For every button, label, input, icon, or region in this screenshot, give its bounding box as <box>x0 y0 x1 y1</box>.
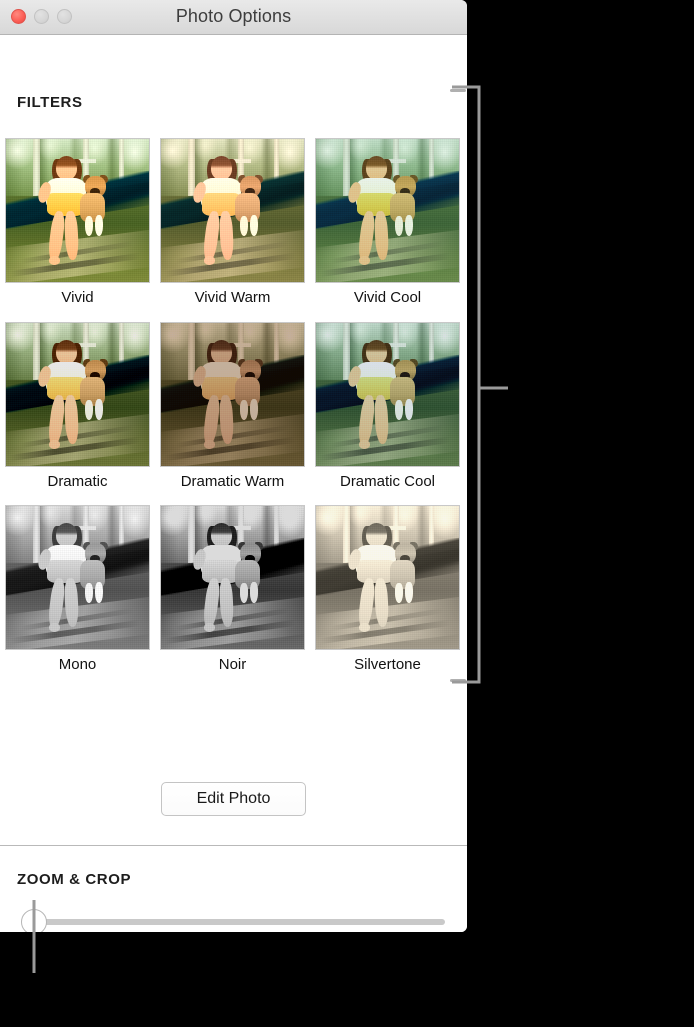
filter-option-dramatic-warm[interactable]: Dramatic Warm <box>160 322 305 493</box>
filter-tint-overlay <box>316 139 459 282</box>
filter-thumbnail[interactable] <box>5 505 150 650</box>
filter-label: Vivid Warm <box>194 289 271 306</box>
filter-thumbnail[interactable] <box>160 322 305 467</box>
filter-option-vivid[interactable]: Vivid <box>5 138 150 309</box>
filter-thumbnail[interactable] <box>5 322 150 467</box>
filter-label: Vivid <box>61 289 94 306</box>
filter-label: Dramatic Warm <box>180 473 285 490</box>
zoom-crop-slider[interactable] <box>21 909 445 932</box>
filter-tint-overlay <box>316 506 459 649</box>
filter-tint-overlay <box>6 506 149 649</box>
filter-tint-overlay <box>316 323 459 466</box>
filter-option-dramatic-cool[interactable]: Dramatic Cool <box>315 322 460 493</box>
filter-option-silvertone[interactable]: Silvertone <box>315 505 460 676</box>
filter-option-mono[interactable]: Mono <box>5 505 150 676</box>
filters-row: Vivid Vivid Warm Vivid Cool <box>5 138 467 309</box>
filter-tint-overlay <box>161 323 304 466</box>
filter-label: Dramatic <box>47 473 108 490</box>
scrollbar-top-mark[interactable] <box>450 89 466 92</box>
edit-photo-button[interactable]: Edit Photo <box>161 782 306 816</box>
filter-thumbnail[interactable] <box>160 138 305 283</box>
section-divider <box>0 845 467 846</box>
filter-option-vivid-cool[interactable]: Vivid Cool <box>315 138 460 309</box>
window-content: FILTERS Vivid Vivid Warm Vivid Cool Dram… <box>0 35 467 932</box>
filter-thumbnail[interactable] <box>315 322 460 467</box>
filter-label: Dramatic Cool <box>339 473 436 490</box>
filter-tint-overlay <box>6 323 149 466</box>
filter-tint-overlay <box>161 506 304 649</box>
filter-label: Silvertone <box>354 656 421 673</box>
photo-options-window: Photo Options FILTERS Vivid Vivid Warm V… <box>0 0 467 932</box>
slider-knob[interactable] <box>21 909 47 932</box>
filters-section-heading: FILTERS <box>17 94 83 111</box>
filter-tint-overlay <box>6 139 149 282</box>
filters-grid: Vivid Vivid Warm Vivid Cool Dramatic Dra… <box>5 138 467 676</box>
scrollbar-bottom-mark[interactable] <box>450 679 466 682</box>
slider-track[interactable] <box>35 919 445 925</box>
window-titlebar[interactable]: Photo Options <box>0 0 467 35</box>
filters-row: Dramatic Dramatic Warm Dramatic Cool <box>5 322 467 493</box>
filter-thumbnail[interactable] <box>315 505 460 650</box>
zoom-crop-section-heading: ZOOM & CROP <box>17 871 132 888</box>
filter-thumbnail[interactable] <box>160 505 305 650</box>
filter-tint-overlay <box>161 139 304 282</box>
filter-option-noir[interactable]: Noir <box>160 505 305 676</box>
filter-label: Vivid Cool <box>353 289 422 306</box>
filter-thumbnail[interactable] <box>5 138 150 283</box>
filters-row: Mono Noir Silvertone <box>5 505 467 676</box>
filter-option-vivid-warm[interactable]: Vivid Warm <box>160 138 305 309</box>
filter-option-dramatic[interactable]: Dramatic <box>5 322 150 493</box>
filter-label: Mono <box>58 656 97 673</box>
window-title: Photo Options <box>175 6 292 26</box>
filter-label: Noir <box>218 656 247 673</box>
filter-thumbnail[interactable] <box>315 138 460 283</box>
